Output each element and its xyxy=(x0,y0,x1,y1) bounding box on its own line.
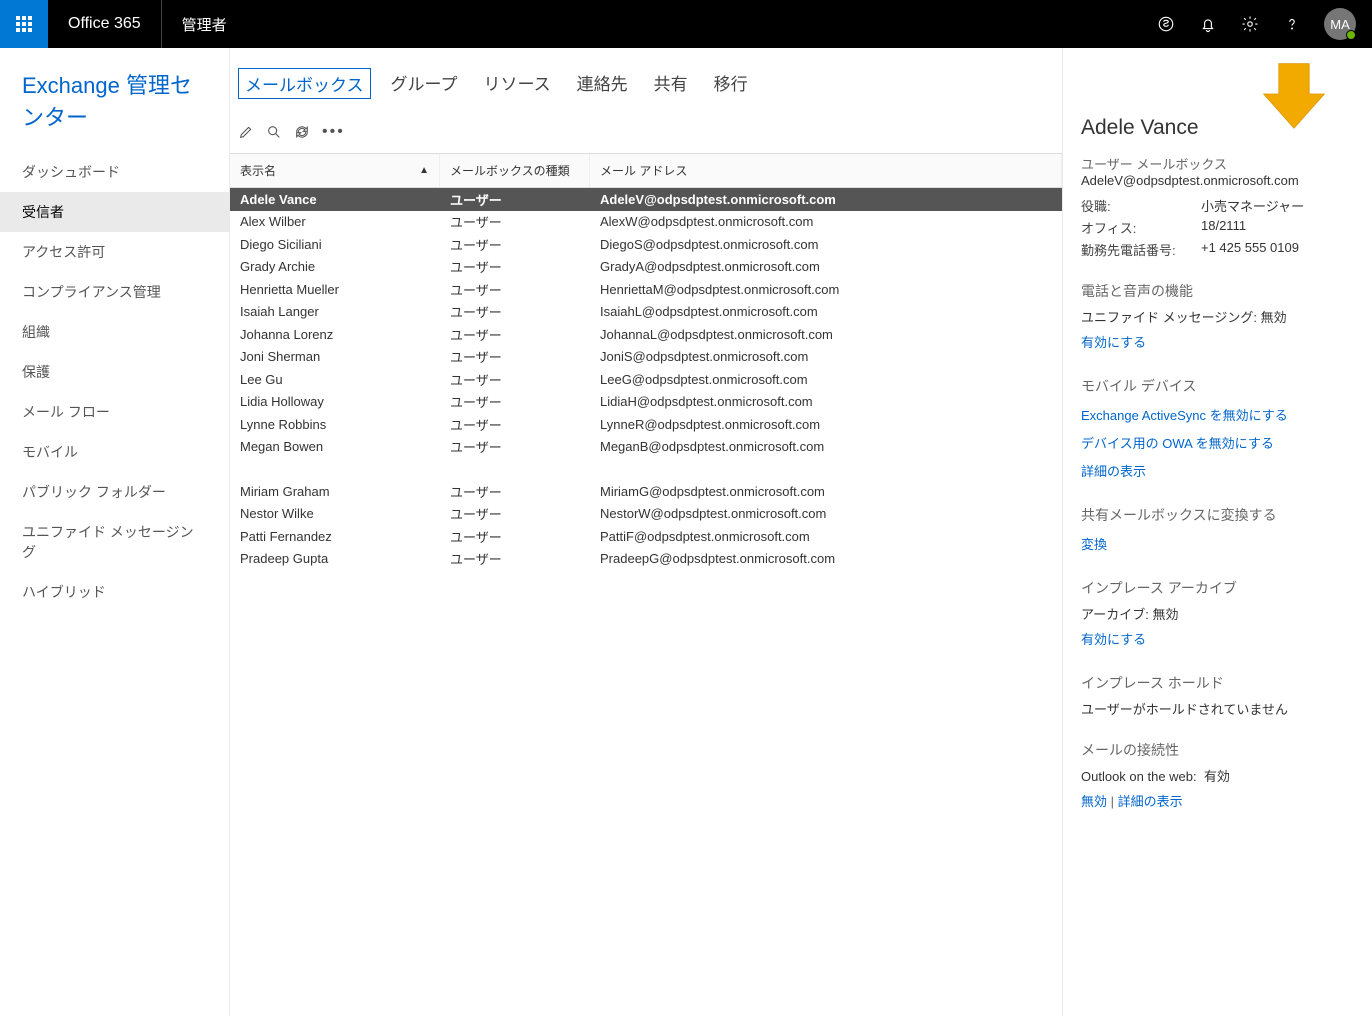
table-row[interactable]: Pradeep GuptaユーザーPradeepG@odpsdptest.onm… xyxy=(230,548,1062,571)
table-row[interactable]: Henrietta MuellerユーザーHenriettaM@odpsdpte… xyxy=(230,278,1062,301)
nav-item[interactable]: ハイブリッド xyxy=(0,572,229,612)
view-mobile-details-link[interactable]: 詳細の表示 xyxy=(1081,461,1146,480)
more-icon[interactable]: ••• xyxy=(322,123,345,141)
app-launcher-button[interactable] xyxy=(0,0,48,48)
nav-item[interactable]: 受信者 xyxy=(0,192,229,232)
column-header-email[interactable]: メール アドレス xyxy=(590,154,1062,187)
sort-asc-icon: ▲ xyxy=(419,165,429,176)
phone-voice-header: 電話と音声の機能 xyxy=(1081,281,1358,301)
table-row[interactable]: Patti FernandezユーザーPattiF@odpsdptest.onm… xyxy=(230,525,1062,548)
detail-panel: Adele Vance ユーザー メールボックス AdeleV@odpsdpte… xyxy=(1062,48,1372,1016)
tab[interactable]: 連絡先 xyxy=(571,68,634,99)
nav-item[interactable]: モバイル xyxy=(0,432,229,472)
nav-item[interactable]: メール フロー xyxy=(0,392,229,432)
convert-link[interactable]: 変換 xyxy=(1081,534,1107,553)
tab[interactable]: 共有 xyxy=(648,68,694,99)
tab[interactable]: メールボックス xyxy=(238,68,371,99)
disable-owa-link[interactable]: 無効 xyxy=(1081,791,1107,810)
notifications-icon[interactable] xyxy=(1198,14,1218,34)
top-bar: Office 365 管理者 MA xyxy=(0,0,1372,48)
archive-header: インプレース アーカイブ xyxy=(1081,578,1358,598)
mailbox-table: 表示名 ▲ メールボックスの種類 メール アドレス Adele Vanceユーザ… xyxy=(230,153,1062,570)
nav-item[interactable]: コンプライアンス管理 xyxy=(0,272,229,312)
presence-dot xyxy=(1346,30,1356,40)
nav-item[interactable]: ダッシュボード xyxy=(0,152,229,192)
tab[interactable]: 移行 xyxy=(708,68,754,99)
refresh-icon[interactable] xyxy=(294,124,310,140)
tab[interactable]: グループ xyxy=(385,68,464,99)
table-row[interactable]: Alex WilberユーザーAlexW@odpsdptest.onmicros… xyxy=(230,211,1062,234)
table-row[interactable]: Grady ArchieユーザーGradyA@odpsdptest.onmicr… xyxy=(230,256,1062,279)
enable-um-link[interactable]: 有効にする xyxy=(1081,332,1146,351)
admin-label[interactable]: 管理者 xyxy=(162,14,247,35)
skype-icon[interactable] xyxy=(1156,14,1176,34)
enable-archive-link[interactable]: 有効にする xyxy=(1081,629,1146,648)
waffle-icon xyxy=(16,16,32,32)
table-row[interactable]: Miriam GrahamユーザーMiriamG@odpsdptest.onmi… xyxy=(230,480,1062,503)
table-row[interactable]: Lynne RobbinsユーザーLynneR@odpsdptest.onmic… xyxy=(230,413,1062,436)
column-header-name[interactable]: 表示名 ▲ xyxy=(230,154,440,187)
detail-email: AdeleV@odpsdptest.onmicrosoft.com xyxy=(1081,173,1358,188)
table-row[interactable]: Adele VanceユーザーAdeleV@odpsdptest.onmicro… xyxy=(230,188,1062,211)
table-row[interactable]: Lidia HollowayユーザーLidiaH@odpsdptest.onmi… xyxy=(230,391,1062,414)
sidebar: Exchange 管理センター ダッシュボード受信者アクセス許可コンプライアンス… xyxy=(0,48,230,1016)
nav-item[interactable]: パブリック フォルダー xyxy=(0,472,229,512)
table-row[interactable]: Nestor WilkeユーザーNestorW@odpsdptest.onmic… xyxy=(230,503,1062,526)
hold-header: インプレース ホールド xyxy=(1081,673,1358,693)
search-icon[interactable] xyxy=(266,124,282,140)
connectivity-header: メールの接続性 xyxy=(1081,740,1358,760)
tabs-row: メールボックスグループリソース連絡先共有移行 xyxy=(230,68,1062,123)
tab[interactable]: リソース xyxy=(477,68,556,99)
table-row[interactable]: Lee GuユーザーLeeG@odpsdptest.onmicrosoft.co… xyxy=(230,368,1062,391)
disable-eas-link[interactable]: Exchange ActiveSync を無効にする xyxy=(1081,405,1288,424)
table-row[interactable]: Megan BowenユーザーMeganB@odpsdptest.onmicro… xyxy=(230,436,1062,459)
help-icon[interactable] xyxy=(1282,14,1302,34)
toolbar: ••• xyxy=(230,123,1062,153)
nav-item[interactable]: アクセス許可 xyxy=(0,232,229,272)
nav-item[interactable]: ユニファイド メッセージング xyxy=(0,512,229,572)
annotation-arrow xyxy=(1256,56,1332,132)
nav-item[interactable]: 組織 xyxy=(0,312,229,352)
table-row[interactable]: Isaiah LangerユーザーIsaiahL@odpsdptest.onmi… xyxy=(230,301,1062,324)
view-connectivity-link[interactable]: 詳細の表示 xyxy=(1118,791,1183,810)
table-row[interactable]: Joni ShermanユーザーJoniS@odpsdptest.onmicro… xyxy=(230,346,1062,369)
nav-item[interactable]: 保護 xyxy=(0,352,229,392)
table-row[interactable]: Diego SicilianiユーザーDiegoS@odpsdptest.onm… xyxy=(230,233,1062,256)
content-area: メールボックスグループリソース連絡先共有移行 ••• 表示名 ▲ メールボックス… xyxy=(230,48,1062,1016)
edit-icon[interactable] xyxy=(238,124,254,140)
app-title: Exchange 管理センター xyxy=(0,68,229,152)
mobile-header: モバイル デバイス xyxy=(1081,376,1358,396)
disable-owa-devices-link[interactable]: デバイス用の OWA を無効にする xyxy=(1081,433,1274,452)
brand-label[interactable]: Office 365 xyxy=(48,0,162,48)
settings-icon[interactable] xyxy=(1240,14,1260,34)
avatar-initials: MA xyxy=(1330,17,1350,32)
detail-type: ユーザー メールボックス xyxy=(1081,154,1358,173)
table-row[interactable]: Johanna LorenzユーザーJohannaL@odpsdptest.on… xyxy=(230,323,1062,346)
convert-header: 共有メールボックスに変換する xyxy=(1081,505,1358,525)
avatar[interactable]: MA xyxy=(1324,8,1356,40)
column-header-type[interactable]: メールボックスの種類 xyxy=(440,154,590,187)
